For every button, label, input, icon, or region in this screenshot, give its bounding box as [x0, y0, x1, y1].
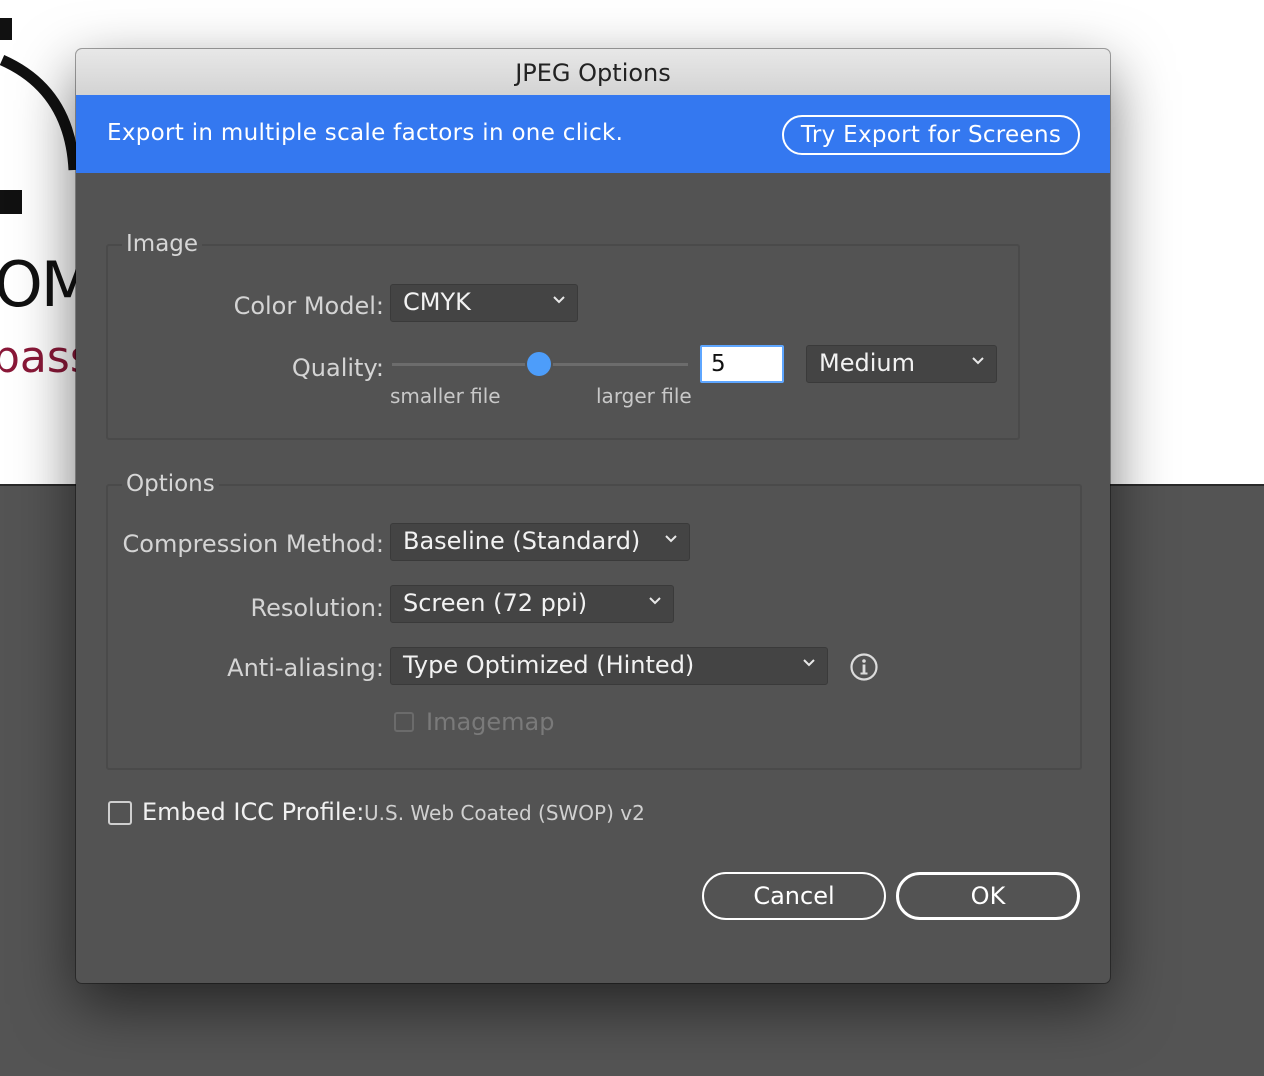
- chevron-down-icon: [803, 659, 815, 667]
- imagemap-label: Imagemap: [426, 708, 555, 736]
- chevron-down-icon: [972, 357, 984, 365]
- cancel-button[interactable]: Cancel: [702, 872, 886, 920]
- image-group: [106, 244, 1020, 440]
- background-artwork: OM pass: [0, 0, 80, 400]
- resolution-label: Resolution:: [250, 594, 385, 622]
- anti-aliasing-select[interactable]: Type Optimized (Hinted): [390, 647, 828, 685]
- anti-aliasing-label: Anti-aliasing:: [227, 654, 384, 682]
- quality-label: Quality:: [291, 354, 384, 382]
- compression-method-value: Baseline (Standard): [403, 527, 641, 555]
- chevron-down-icon: [665, 535, 677, 543]
- icc-profile-name: U.S. Web Coated (SWOP) v2: [364, 801, 645, 825]
- color-model-select[interactable]: CMYK: [390, 284, 578, 322]
- color-model-label: Color Model:: [233, 292, 384, 320]
- resolution-select[interactable]: Screen (72 ppi): [390, 585, 674, 623]
- embed-icc-checkbox[interactable]: [108, 801, 132, 825]
- compression-method-select[interactable]: Baseline (Standard): [390, 523, 690, 561]
- resolution-value: Screen (72 ppi): [403, 589, 588, 617]
- color-model-value: CMYK: [403, 288, 471, 316]
- embed-icc-label: Embed ICC Profile:: [142, 798, 365, 826]
- imagemap-checkbox[interactable]: [394, 712, 414, 732]
- jpeg-options-dialog: JPEG Options Export in multiple scale fa…: [76, 49, 1110, 983]
- background-word: pass: [0, 332, 80, 383]
- info-icon[interactable]: [849, 652, 879, 682]
- anti-aliasing-value: Type Optimized (Hinted): [403, 651, 695, 679]
- image-group-title: Image: [122, 231, 203, 257]
- dialog-title: JPEG Options: [76, 49, 1110, 96]
- promo-text: Export in multiple scale factors in one …: [107, 120, 624, 146]
- quality-preset-value: Medium: [819, 349, 915, 377]
- ok-button[interactable]: OK: [896, 872, 1080, 920]
- background-letters: OM: [0, 248, 80, 321]
- try-export-for-screens-button[interactable]: Try Export for Screens: [782, 115, 1080, 155]
- chevron-down-icon: [553, 296, 565, 304]
- quality-slider-thumb[interactable]: [527, 352, 551, 376]
- chevron-down-icon: [649, 597, 661, 605]
- quality-input[interactable]: 5: [700, 345, 784, 383]
- slider-max-caption: larger file: [596, 384, 692, 408]
- options-group-title: Options: [122, 471, 219, 497]
- quality-preset-select[interactable]: Medium: [806, 345, 997, 383]
- slider-min-caption: smaller file: [390, 384, 501, 408]
- compression-method-label: Compression Method:: [122, 530, 384, 558]
- promo-banner: Export in multiple scale factors in one …: [76, 95, 1110, 173]
- logo-arc-graphic: [0, 18, 80, 214]
